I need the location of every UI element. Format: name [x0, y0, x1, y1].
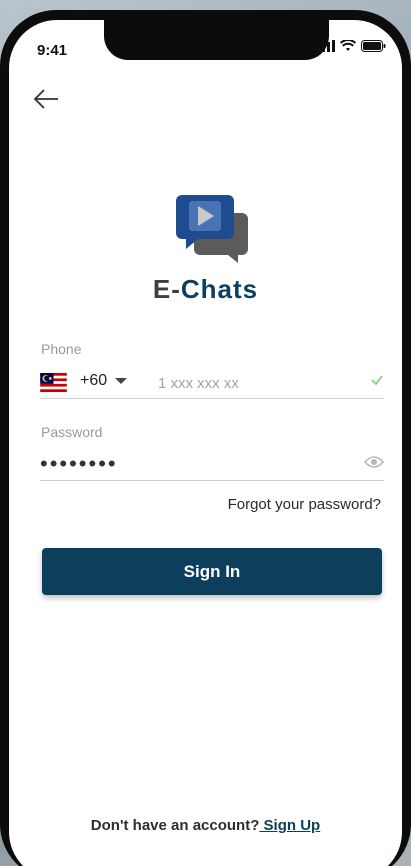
status-time: 9:41	[37, 42, 68, 59]
forgot-password-link[interactable]: Forgot your password?	[228, 496, 381, 513]
chevron-down-icon[interactable]	[115, 378, 127, 384]
check-icon	[371, 375, 383, 386]
sign-in-button[interactable]: Sign In	[42, 548, 382, 595]
eye-icon[interactable]	[364, 455, 384, 469]
signup-prompt-text: Don't have an account?	[90, 817, 260, 834]
phone-input[interactable]	[158, 371, 348, 395]
wifi-icon	[340, 40, 356, 51]
arrow-left-icon[interactable]	[31, 86, 61, 112]
app-name-prefix: E-	[152, 274, 181, 304]
malaysia-flag-icon[interactable]	[40, 373, 67, 392]
phone-field: +60	[40, 370, 384, 398]
country-code[interactable]: +60	[80, 372, 107, 390]
signal-icon	[317, 40, 335, 52]
sign-up-link[interactable]: Sign Up	[259, 817, 321, 834]
phone-frame: 9:41 E-Chats Phone +60 1 xxx xxx xx Pass…	[0, 10, 411, 866]
password-underline	[40, 480, 384, 481]
signup-prompt: Don't have an account? Sign Up	[9, 817, 402, 834]
phone-underline	[40, 398, 384, 399]
password-input[interactable]	[40, 450, 350, 478]
status-icons	[317, 40, 386, 52]
app-screen: 9:41 E-Chats Phone +60 1 xxx xxx xx Pass…	[9, 20, 402, 866]
app-name-suffix: Chats	[180, 274, 259, 304]
notch	[104, 20, 329, 60]
password-label: Password	[41, 424, 103, 440]
app-name: E-Chats	[9, 274, 402, 305]
phone-label: Phone	[41, 341, 82, 357]
password-field	[40, 450, 384, 480]
chat-bubbles-play-icon	[176, 195, 248, 263]
battery-icon	[361, 40, 386, 52]
